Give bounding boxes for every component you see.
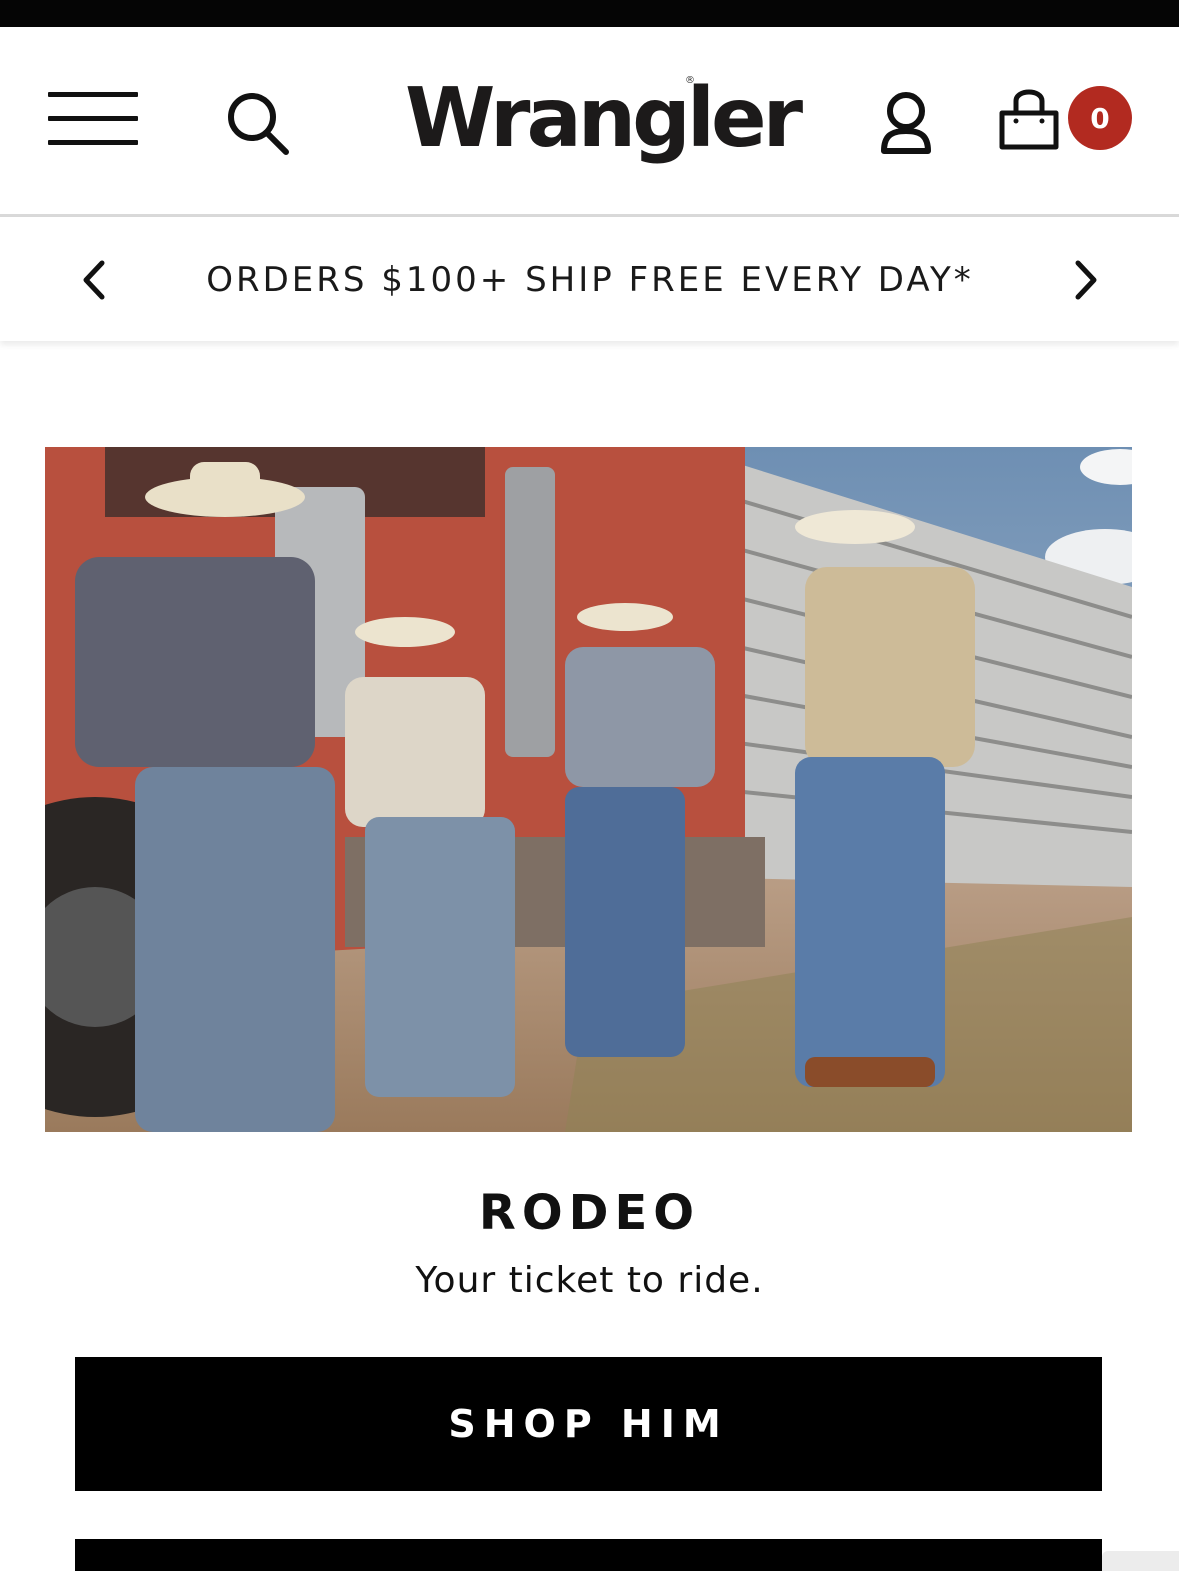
hero-title: RODEO xyxy=(478,1185,701,1241)
shopping-bag-icon[interactable] xyxy=(996,83,1062,153)
chevron-right-icon[interactable] xyxy=(1064,257,1108,303)
promo-banner: ORDERS $100+ SHIP FREE EVERY DAY* xyxy=(0,217,1179,341)
top-status-strip xyxy=(0,0,1179,27)
promo-message[interactable]: ORDERS $100+ SHIP FREE EVERY DAY* xyxy=(130,255,1050,305)
cart-count-badge[interactable]: 0 xyxy=(1068,86,1132,150)
shop-him-button[interactable]: SHOP HIM xyxy=(75,1357,1102,1491)
hamburger-menu-icon[interactable] xyxy=(48,92,138,148)
wrangler-logo[interactable]: Wrangler ® xyxy=(405,69,803,189)
search-icon[interactable] xyxy=(222,89,294,157)
corner-widget[interactable] xyxy=(1102,1551,1179,1571)
site-header: Wrangler ® 0 xyxy=(0,27,1179,215)
secondary-cta-button[interactable] xyxy=(75,1539,1102,1571)
logo-wordmark: Wrangler xyxy=(405,71,803,166)
hero-image[interactable] xyxy=(45,447,1132,1132)
chevron-left-icon[interactable] xyxy=(72,257,116,303)
user-account-icon[interactable] xyxy=(872,89,940,159)
logo-registered-mark: ® xyxy=(685,75,695,86)
hero-subtitle: Your ticket to ride. xyxy=(415,1260,764,1301)
